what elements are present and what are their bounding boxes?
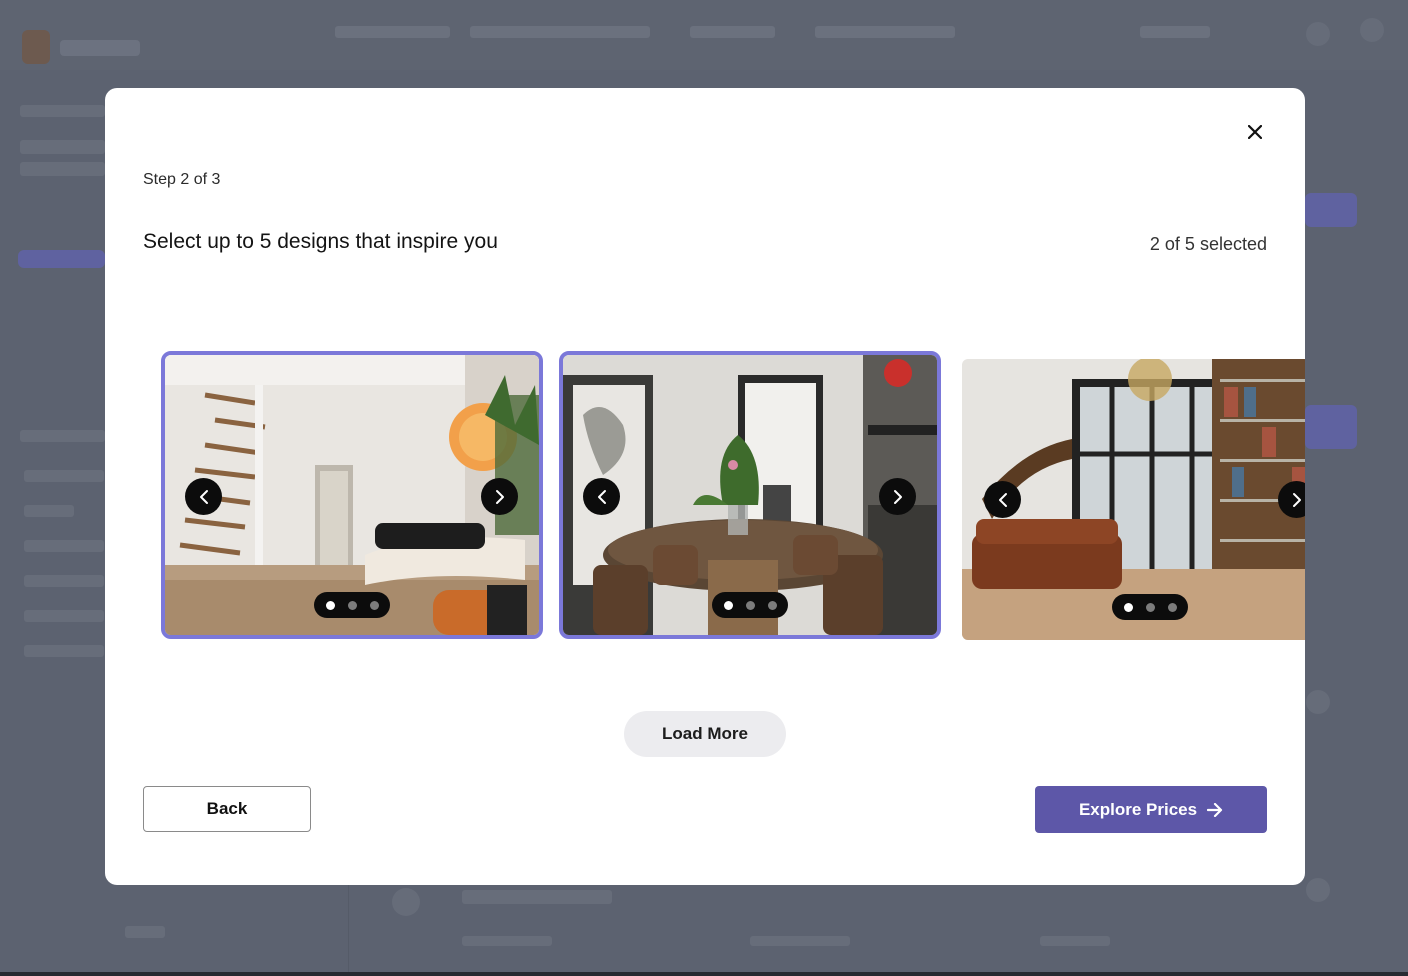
background-sidebar-line bbox=[24, 610, 104, 622]
slide-dot[interactable] bbox=[1123, 602, 1133, 612]
design-card-living-room[interactable] bbox=[161, 351, 543, 639]
slide-indicator bbox=[712, 592, 788, 618]
next-image-button[interactable] bbox=[481, 478, 518, 515]
background-button bbox=[1305, 405, 1357, 449]
background-nav-item bbox=[470, 26, 650, 38]
previous-image-button[interactable] bbox=[185, 478, 222, 515]
modal-heading: Select up to 5 designs that inspire you bbox=[143, 230, 498, 253]
explore-prices-label: Explore Prices bbox=[1078, 799, 1198, 819]
background-sidebar-line bbox=[20, 140, 105, 154]
background-divider bbox=[348, 884, 349, 976]
background-nav-item bbox=[1140, 26, 1210, 38]
slide-dot[interactable] bbox=[767, 600, 777, 610]
slide-dot[interactable] bbox=[1167, 602, 1177, 612]
design-selection-modal: Step 2 of 3 Select up to 5 designs that … bbox=[105, 88, 1305, 885]
background-sidebar-line bbox=[20, 162, 105, 176]
chevron-right-icon bbox=[1292, 492, 1301, 507]
chevron-left-icon bbox=[998, 492, 1007, 507]
close-button[interactable] bbox=[1241, 118, 1269, 146]
slide-dot[interactable] bbox=[347, 600, 357, 610]
close-icon bbox=[1248, 125, 1262, 139]
background-text bbox=[125, 926, 165, 938]
next-image-button[interactable] bbox=[879, 478, 916, 515]
background-icon bbox=[1306, 878, 1330, 902]
slide-dot[interactable] bbox=[745, 600, 755, 610]
selection-count: 2 of 5 selected bbox=[1149, 234, 1267, 254]
chevron-right-icon bbox=[495, 489, 504, 504]
chevron-left-icon bbox=[199, 489, 208, 504]
arrow-right-icon bbox=[1207, 802, 1223, 817]
background-logo bbox=[22, 30, 50, 64]
background-nav-item bbox=[335, 26, 450, 38]
background-text bbox=[462, 936, 552, 946]
background-sidebar-line bbox=[24, 575, 104, 587]
background-sidebar-line bbox=[20, 105, 105, 117]
slide-indicator bbox=[1112, 594, 1188, 620]
background-icon bbox=[1306, 690, 1330, 714]
background-sidebar-line bbox=[24, 645, 104, 657]
background-nav-item bbox=[815, 26, 955, 38]
background-button bbox=[1305, 193, 1357, 227]
previous-image-button[interactable] bbox=[583, 478, 620, 515]
background-text bbox=[1040, 936, 1110, 946]
chevron-left-icon bbox=[597, 489, 606, 504]
background-nav-item bbox=[690, 26, 775, 38]
slide-indicator bbox=[314, 592, 390, 618]
chevron-right-icon bbox=[893, 489, 902, 504]
background-icon bbox=[1306, 22, 1330, 46]
slide-dot[interactable] bbox=[723, 600, 733, 610]
background-text bbox=[750, 936, 850, 946]
background-icon bbox=[1360, 18, 1384, 42]
previous-image-button[interactable] bbox=[984, 481, 1021, 518]
slide-dot[interactable] bbox=[325, 600, 335, 610]
load-more-button[interactable]: Load More bbox=[624, 711, 786, 757]
background-sidebar-line bbox=[24, 470, 104, 482]
background-icon bbox=[392, 888, 420, 916]
background-bottom-bar bbox=[0, 972, 1408, 976]
background-logo-text bbox=[60, 40, 140, 56]
background-button bbox=[18, 250, 105, 268]
background-sidebar-line bbox=[24, 505, 74, 517]
background-sidebar-line bbox=[24, 540, 104, 552]
background-text bbox=[462, 890, 612, 904]
design-card-library-lounge[interactable] bbox=[962, 359, 1305, 640]
back-button[interactable]: Back bbox=[143, 786, 311, 832]
step-indicator: Step 2 of 3 bbox=[143, 171, 221, 188]
background-sidebar-line bbox=[20, 430, 105, 442]
design-card-dining-room[interactable] bbox=[559, 351, 941, 639]
slide-dot[interactable] bbox=[1145, 602, 1155, 612]
slide-dot[interactable] bbox=[369, 600, 379, 610]
explore-prices-button[interactable]: Explore Prices bbox=[1035, 786, 1267, 833]
